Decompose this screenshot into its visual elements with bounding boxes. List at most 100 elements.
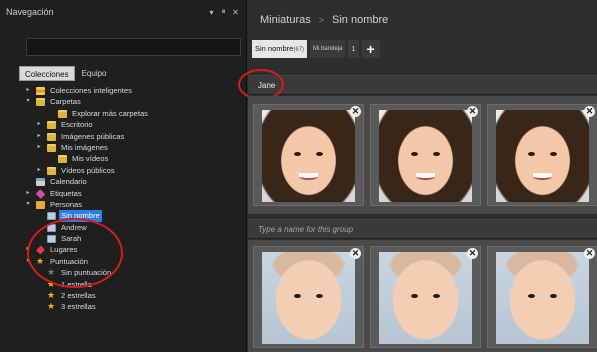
folder-icon — [47, 166, 56, 175]
tree-item-label: Escritorio — [61, 120, 93, 130]
expanded-arrow-icon[interactable]: ▾ — [25, 96, 31, 107]
tree-item-label: Mis imágenes — [61, 142, 108, 152]
thumbnail-adult-2[interactable]: ✕ — [370, 104, 481, 206]
tab-mi-bandeja[interactable]: Mi bandeja — [310, 40, 346, 58]
tree-item-label: Calendario — [50, 177, 87, 187]
face-photo — [379, 110, 472, 202]
face-mouth — [533, 172, 552, 180]
collections-tree: ▸ Colecciones inteligentes ▾ Carpetas Explor… — [0, 85, 247, 313]
navigation-panel: Navegación ▾ ⏸ ✕ Colecciones Equipo ▸ Col… — [0, 0, 247, 352]
breadcrumb: Miniaturas > Sin nombre — [248, 0, 597, 40]
tree-item-label: Personas — [50, 199, 83, 209]
tree-item[interactable]: ★ 1 estrella — [0, 279, 247, 290]
face-mouth — [416, 172, 435, 180]
tree-item-label: Mis vídeos — [72, 154, 109, 164]
group-name-field[interactable]: Jane — [248, 75, 597, 95]
breadcrumb-sin-nombre[interactable]: Sin nombre — [332, 14, 388, 26]
tree-item-label: Vídeos públicos — [61, 165, 115, 175]
tree-item[interactable]: ▸ Imágenes públicas — [0, 131, 247, 142]
face-eyes — [293, 294, 324, 300]
tree-item-label: 2 estrellas — [61, 291, 96, 301]
tree-item[interactable]: Mis vídeos — [0, 153, 247, 164]
tree-item[interactable]: Calendario — [0, 176, 247, 187]
folder-icon — [47, 132, 56, 141]
group-name-value: Jane — [258, 81, 276, 90]
collapsed-arrow-icon[interactable]: ▸ — [36, 119, 42, 130]
thumbnail-adult-3[interactable]: ✕ — [487, 104, 597, 206]
collapsed-arrow-icon[interactable]: ▸ — [36, 131, 42, 142]
face-eyes — [527, 152, 558, 158]
folder-icon — [47, 143, 56, 152]
remove-thumbnail-icon[interactable]: ✕ — [467, 106, 478, 117]
remove-thumbnail-icon[interactable]: ✕ — [584, 106, 595, 117]
folder-icon — [58, 155, 67, 164]
tree-item-label: Explorar más carpetas — [72, 108, 148, 118]
collapsed-arrow-icon[interactable]: ▸ — [25, 85, 31, 96]
thumbnail-adult-1[interactable]: ✕ — [253, 104, 364, 206]
thumbnails-area: Miniaturas > Sin nombre Sin nombre(67) M… — [238, 0, 597, 352]
group-name-field-2[interactable]: Type a name for this group — [248, 219, 597, 239]
calendar-icon — [36, 178, 45, 187]
tray-tabs: Sin nombre(67) Mi bandeja 1 + — [252, 40, 380, 58]
remove-thumbnail-icon[interactable]: ✕ — [350, 248, 361, 259]
face-eyes — [410, 294, 441, 300]
breadcrumb-separator: > — [318, 15, 325, 25]
tree-item[interactable]: Sin nombre — [0, 210, 247, 222]
tree-item[interactable]: ▸ Mis imágenes — [0, 142, 247, 153]
add-tray-button[interactable]: + — [361, 40, 380, 58]
collapsed-arrow-icon[interactable]: ▸ — [36, 142, 42, 153]
smart-collections-icon — [36, 87, 45, 95]
pin-panel-icon[interactable]: ⏸ — [219, 7, 228, 17]
remove-thumbnail-icon[interactable]: ✕ — [350, 106, 361, 117]
star-icon: ★ — [47, 301, 56, 312]
panel-menu-icon[interactable]: ▾ — [207, 8, 216, 17]
face-eyes — [293, 152, 324, 158]
folder-icon — [58, 109, 67, 118]
tab-colecciones[interactable]: Colecciones — [19, 66, 75, 81]
tree-item[interactable]: Explorar más carpetas — [0, 108, 247, 119]
tree-item[interactable]: ▸ Vídeos públicos — [0, 165, 247, 176]
face-eyes — [410, 152, 441, 158]
face-eyes — [527, 294, 558, 300]
tree-item[interactable]: ▸ Colecciones inteligentes — [0, 85, 247, 96]
face-mouth — [299, 172, 318, 180]
tree-item[interactable]: ▸ Etiquetas — [0, 188, 247, 199]
tree-item[interactable]: ▾ Personas — [0, 199, 247, 210]
tree-item-label: Carpetas — [50, 97, 81, 107]
tree-item-label: Etiquetas — [50, 188, 82, 198]
remove-thumbnail-icon[interactable]: ✕ — [584, 248, 595, 259]
breadcrumb-miniaturas[interactable]: Miniaturas — [260, 14, 311, 26]
tree-item[interactable]: ★ 2 estrellas — [0, 290, 247, 301]
folder-icon — [36, 98, 45, 107]
folder-icon — [47, 121, 56, 130]
tab-1[interactable]: 1 — [348, 40, 359, 58]
tree-item-label: Imágenes públicas — [61, 131, 125, 141]
people-icon — [36, 200, 45, 209]
face-photo — [496, 110, 589, 202]
collapsed-arrow-icon[interactable]: ▸ — [25, 188, 31, 199]
collapsed-arrow-icon[interactable]: ▸ — [36, 165, 42, 176]
navigation-search-input[interactable] — [26, 38, 241, 56]
tree-item[interactable]: ▸ Escritorio — [0, 119, 247, 130]
person-icon — [47, 212, 56, 221]
navigation-tabs: Colecciones Equipo — [19, 66, 112, 81]
tab-sin-nombre-label: Sin nombre — [255, 44, 294, 53]
tab-sin-nombre-count: (67) — [293, 47, 305, 53]
close-panel-icon[interactable]: ✕ — [231, 8, 240, 17]
tag-icon — [35, 188, 46, 199]
tree-item[interactable]: ★ 3 estrellas — [0, 301, 247, 312]
expanded-arrow-icon[interactable]: ▾ — [25, 199, 31, 210]
remove-thumbnail-icon[interactable]: ✕ — [467, 248, 478, 259]
face-photo — [496, 252, 589, 344]
face-photo — [262, 252, 355, 344]
tab-equipo[interactable]: Equipo — [77, 66, 112, 81]
thumbnail-baby-1[interactable]: ✕ — [253, 246, 364, 348]
tab-sin-nombre[interactable]: Sin nombre(67) — [252, 40, 308, 58]
tree-item-label: Colecciones inteligentes — [50, 86, 132, 95]
tree-item-label: 3 estrellas — [61, 302, 96, 312]
navigation-header: Navegación ▾ ⏸ ✕ — [0, 0, 246, 24]
thumbnail-baby-2[interactable]: ✕ — [370, 246, 481, 348]
star-icon: ★ — [47, 290, 56, 301]
thumbnail-baby-3[interactable]: ✕ — [487, 246, 597, 348]
tree-item[interactable]: ▾ Carpetas — [0, 96, 247, 107]
